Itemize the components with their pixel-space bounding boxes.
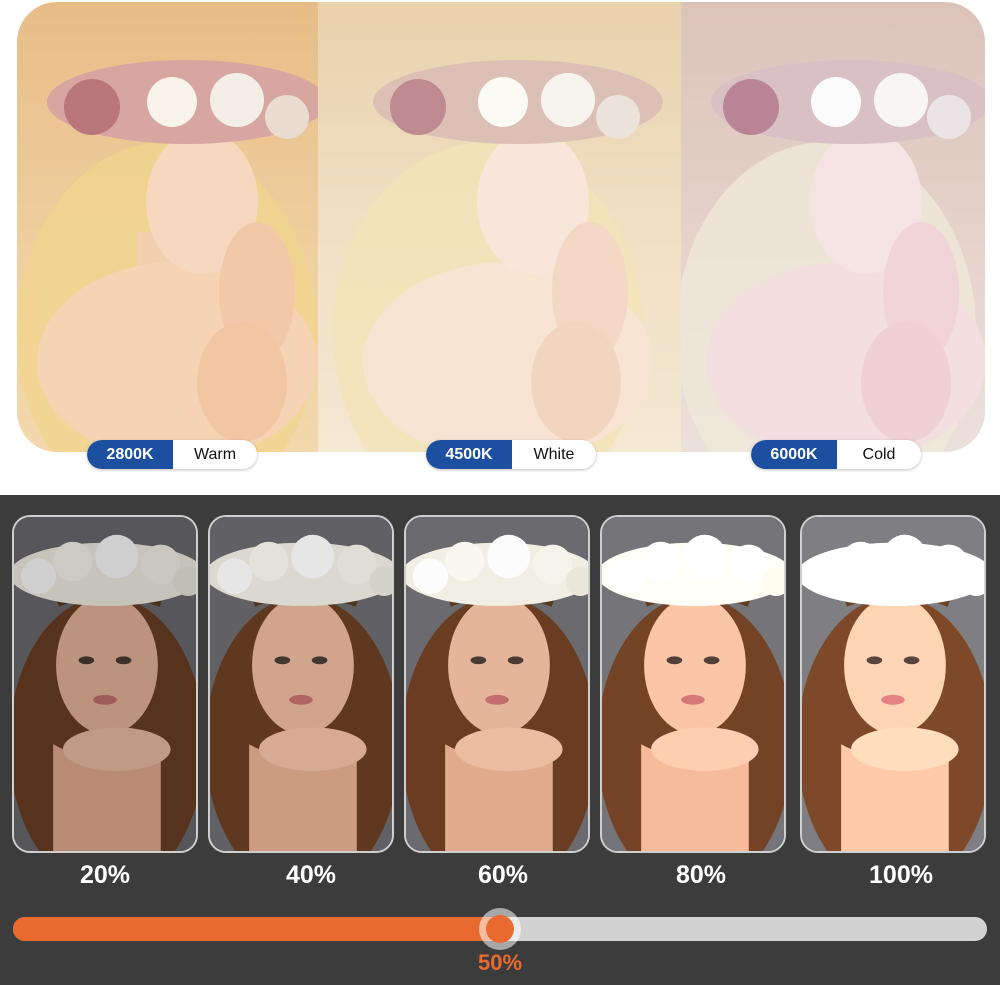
slider-knob[interactable] [479, 908, 521, 950]
mode-name: Warm [193, 445, 237, 463]
temperature-label-white: 4500K White [426, 440, 596, 469]
mode-name: White [533, 445, 575, 463]
brightness-photo-60 [404, 515, 590, 853]
kelvin-badge: 2800K [87, 440, 173, 469]
brightness-photo-20 [12, 515, 198, 853]
brightness-label: 100% [869, 861, 933, 889]
brightness-photo-80 [600, 515, 786, 853]
temperature-label-warm: 2800K Warm [87, 440, 257, 469]
brightness-label: 20% [79, 861, 131, 889]
brightness-slider[interactable] [13, 908, 987, 950]
warm-portrait-photo [17, 2, 318, 452]
white-portrait-photo [318, 2, 681, 452]
cold-portrait-photo [681, 2, 985, 452]
color-temperature-comparison [17, 2, 985, 452]
brightness-label: 60% [477, 861, 529, 889]
brightness-label: 80% [675, 861, 727, 889]
brightness-comparison: 20% 40% 60% 80% 100% 50% [0, 495, 1000, 985]
slider-value-label: 50% [477, 950, 523, 975]
brightness-photo-40 [208, 515, 394, 853]
mode-name: Cold [862, 445, 896, 463]
brightness-label: 40% [285, 861, 337, 889]
brightness-photo-100 [800, 515, 986, 853]
kelvin-badge: 4500K [426, 440, 512, 469]
kelvin-badge: 6000K [751, 440, 837, 469]
temperature-label-cold: 6000K Cold [751, 440, 921, 469]
slider-fill [13, 917, 500, 941]
